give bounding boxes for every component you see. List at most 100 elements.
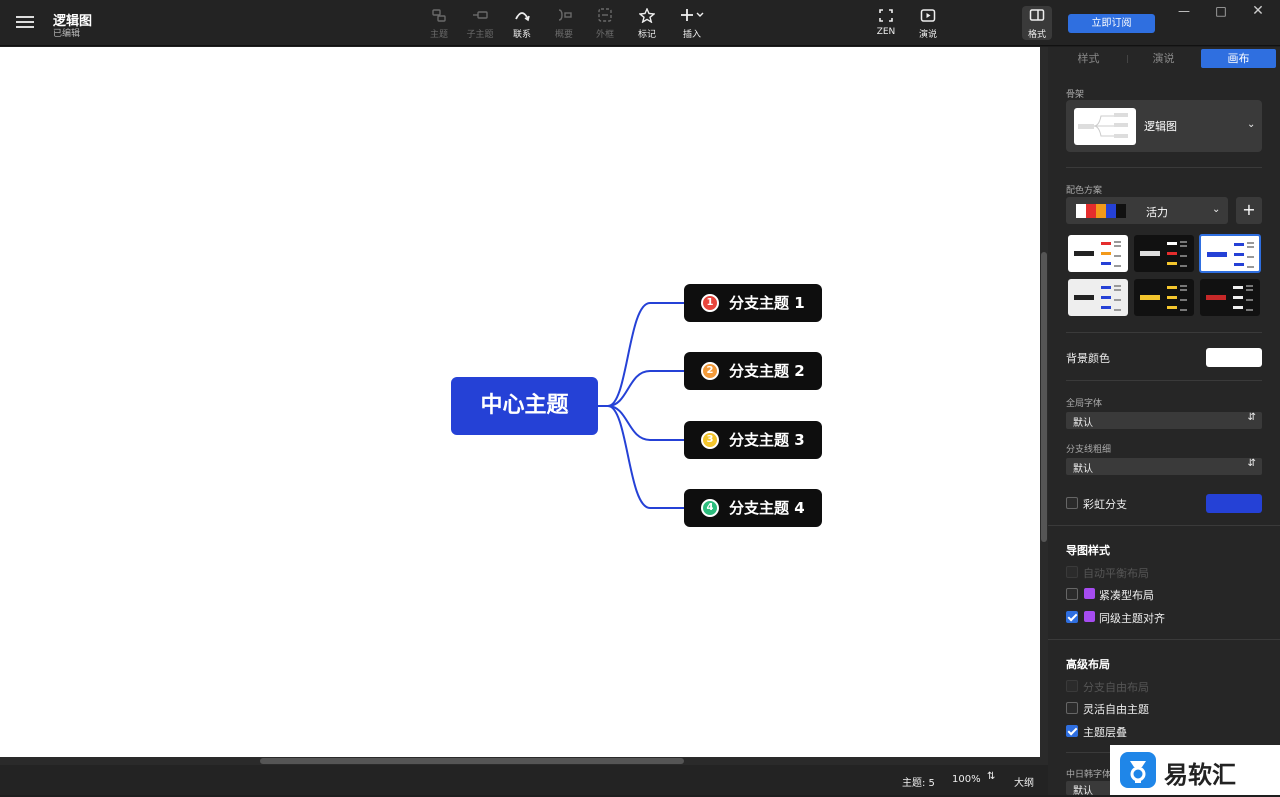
updown-icon: ⇵ (1247, 458, 1256, 469)
present-button[interactable]: 演说 (906, 8, 950, 40)
topic-overlap-checkbox[interactable] (1066, 725, 1078, 737)
skeleton-select[interactable]: 逻辑图 ⌄ (1066, 100, 1262, 152)
vertical-scrollbar[interactable] (1040, 47, 1048, 765)
branch-width-label: 分支线粗细 (1066, 445, 1112, 455)
relation-icon (515, 12, 530, 22)
vertical-scroll-thumb[interactable] (1041, 252, 1047, 542)
branch-topic-1[interactable]: 1 分支主题 1 (684, 284, 822, 322)
global-font-select[interactable]: 默认 ⇵ (1066, 412, 1262, 429)
scheme-color-swatch (1096, 204, 1106, 218)
fullscreen-icon (879, 9, 893, 22)
marker-button[interactable]: 标记 (625, 8, 669, 40)
skeleton-thumbnail (1074, 108, 1136, 145)
flexible-free-label: 灵活自由主题 (1083, 703, 1149, 716)
topic-overlap-label: 主题层叠 (1083, 726, 1127, 739)
rainbow-label: 彩虹分支 (1083, 498, 1127, 511)
tab-canvas[interactable]: 画布 (1201, 49, 1276, 68)
rainbow-color-swatch[interactable] (1206, 494, 1262, 513)
theme-thumb-6[interactable] (1200, 279, 1260, 316)
topic-count: 主题: 5 (902, 778, 935, 789)
chevron-down-icon: ⌄ (1247, 119, 1256, 130)
star-icon (639, 8, 655, 23)
branch-topic-2[interactable]: 2 分支主题 2 (684, 352, 822, 390)
theme-thumb-4[interactable] (1068, 279, 1128, 316)
align-same-level-label: 同级主题对齐 (1099, 612, 1165, 625)
logic-chart-icon (1078, 113, 1128, 138)
play-icon (920, 9, 936, 22)
add-scheme-button[interactable]: + (1236, 197, 1262, 224)
top-toolbar: 逻辑图 已编辑 主题 子主题 联系 概要 外框 标记 插入 ZEN 演说 格式 … (0, 0, 1280, 46)
insert-label: 插入 (682, 30, 701, 40)
subtopic-button[interactable]: 子主题 (458, 8, 502, 40)
tab-style[interactable]: 样式 (1051, 49, 1126, 68)
branch-width-select[interactable]: 默认 ⇵ (1066, 458, 1262, 475)
horizontal-scroll-thumb[interactable] (260, 758, 684, 764)
scheme-color-swatch (1086, 204, 1096, 218)
number-marker-icon: 4 (701, 499, 719, 517)
auto-balance-checkbox[interactable] (1066, 566, 1078, 578)
bg-color-swatch[interactable] (1206, 348, 1262, 367)
relation-button[interactable]: 联系 (500, 8, 544, 40)
subtopic-icon (473, 11, 488, 19)
outline-button[interactable]: 大纲 (1014, 774, 1034, 789)
number-marker-icon: 3 (701, 431, 719, 449)
summary-label: 概要 (554, 30, 573, 40)
maximize-icon[interactable]: □ (1214, 4, 1228, 18)
theme-thumb-3-selected[interactable] (1199, 234, 1261, 273)
connector-line-2 (598, 370, 684, 407)
format-button[interactable]: 格式 (1022, 6, 1052, 40)
menu-icon[interactable] (16, 14, 34, 30)
global-font-value: 默认 (1073, 418, 1093, 429)
number-marker-icon: 2 (701, 362, 719, 380)
relation-label: 联系 (512, 30, 531, 40)
color-scheme-select[interactable]: 活力 ⌄ (1066, 197, 1228, 224)
topic-button[interactable]: 主题 (417, 8, 461, 40)
plus-chevron-icon (681, 9, 704, 21)
color-scheme-label: 配色方案 (1066, 186, 1103, 196)
align-same-level-checkbox[interactable] (1066, 611, 1078, 623)
cjk-font-label: 中日韩字体 (1066, 770, 1112, 780)
watermark-logo: 易软汇 (1110, 745, 1280, 795)
panel-tabs: 样式 演说 画布 (1048, 49, 1280, 69)
branch-topic-3[interactable]: 3 分支主题 3 (684, 421, 822, 459)
divider (1066, 167, 1262, 168)
summary-icon (558, 9, 572, 21)
boundary-button[interactable]: 外框 (583, 8, 627, 40)
panel-toggle-icon (1029, 9, 1045, 21)
insert-button[interactable]: 插入 (670, 8, 714, 40)
scheme-color-swatch (1116, 204, 1126, 218)
subscribe-button[interactable]: 立即订阅 (1068, 14, 1155, 33)
document-status: 已编辑 (53, 29, 81, 39)
status-bar: 主题: 5 100% ⇅ 大纲 (0, 765, 1048, 795)
topic-label: 主题 (429, 30, 448, 40)
marker-label: 标记 (637, 30, 656, 40)
zen-label: ZEN (876, 27, 896, 37)
theme-thumb-1[interactable] (1068, 235, 1128, 272)
horizontal-scrollbar[interactable] (0, 757, 1040, 765)
zoom-stepper-icon[interactable]: ⇅ (987, 771, 995, 782)
minimize-icon[interactable]: — (1177, 4, 1191, 18)
branch-topic-label: 分支主题 2 (729, 362, 805, 380)
connector-line-4 (598, 405, 684, 509)
branch-topic-label: 分支主题 4 (729, 499, 805, 517)
format-label: 格式 (1027, 30, 1046, 40)
tab-present[interactable]: 演说 (1126, 49, 1201, 68)
boundary-label: 外框 (595, 30, 614, 40)
theme-thumb-2[interactable] (1134, 235, 1194, 272)
branch-topic-4[interactable]: 4 分支主题 4 (684, 489, 822, 527)
theme-thumb-5[interactable] (1134, 279, 1194, 316)
free-branch-checkbox[interactable] (1066, 680, 1078, 692)
rainbow-checkbox[interactable] (1066, 497, 1078, 509)
chevron-down-icon: ⌄ (1212, 204, 1221, 215)
compact-checkbox[interactable] (1066, 588, 1078, 600)
flexible-free-checkbox[interactable] (1066, 702, 1078, 714)
zoom-level[interactable]: 100% (952, 774, 981, 785)
format-panel: 样式 演说 画布 骨架 逻辑图 ⌄ 配色方案 活力 ⌄ + 背景颜色 全局字体 … (1048, 47, 1280, 797)
close-icon[interactable]: ✕ (1251, 4, 1265, 18)
summary-button[interactable]: 概要 (542, 8, 586, 40)
skeleton-label: 骨架 (1066, 90, 1085, 100)
central-topic[interactable]: 中心主题 (451, 377, 598, 435)
free-branch-label: 分支自由布局 (1083, 681, 1149, 694)
divider (1048, 525, 1280, 526)
zen-button[interactable]: ZEN (864, 8, 908, 37)
